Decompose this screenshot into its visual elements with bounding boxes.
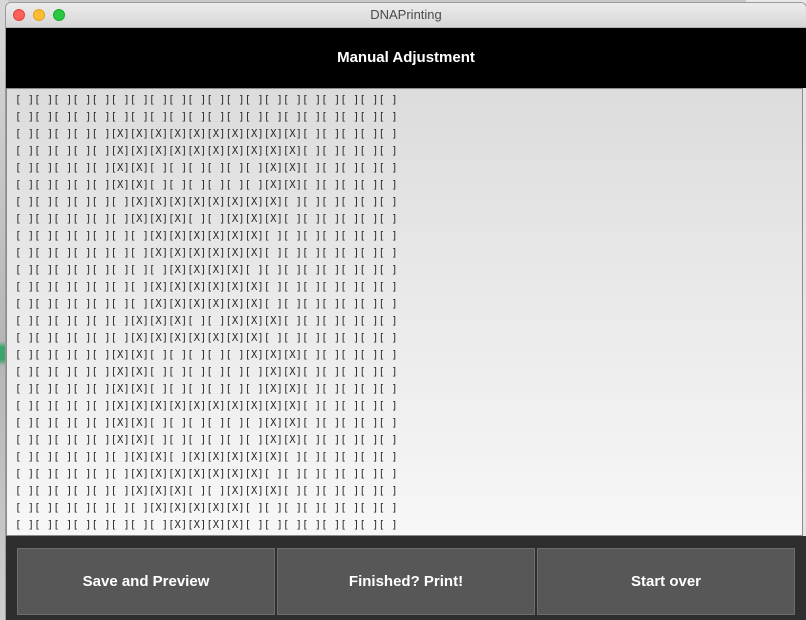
print-button[interactable]: Finished? Print! (277, 548, 535, 615)
grid-row[interactable]: [ ][ ][ ][ ][ ][X][X][ ][ ][ ][ ][ ][ ][… (15, 415, 398, 432)
grid-row[interactable]: [ ][ ][ ][ ][ ][ ][ ][ ][X][X][X][X][ ][… (15, 517, 398, 534)
grid-row[interactable]: [ ][ ][ ][ ][ ][ ][X][X][ ][X][X][X][X][… (15, 449, 398, 466)
page-title: Manual Adjustment (337, 49, 475, 66)
grid-row[interactable]: [ ][ ][ ][ ][ ][ ][X][X][X][ ][ ][X][X][… (15, 483, 398, 500)
grid-text[interactable]: [ ][ ][ ][ ][ ][ ][ ][ ][ ][ ][ ][ ][ ][… (15, 92, 398, 534)
grid-row[interactable]: [ ][ ][ ][ ][ ][ ][ ][ ][X][X][X][X][ ][… (15, 262, 398, 279)
adjustment-grid[interactable]: [ ][ ][ ][ ][ ][ ][ ][ ][ ][ ][ ][ ][ ][… (6, 88, 803, 536)
grid-row[interactable]: [ ][ ][ ][ ][ ][ ][ ][ ][ ][ ][ ][ ][ ][… (15, 109, 398, 126)
start-over-button[interactable]: Start over (537, 548, 795, 615)
grid-row[interactable]: [ ][ ][ ][ ][ ][ ][X][X][X][X][X][X][X][… (15, 330, 398, 347)
grid-row[interactable]: [ ][ ][ ][ ][ ][X][X][ ][ ][ ][ ][ ][ ][… (15, 364, 398, 381)
grid-row[interactable]: [ ][ ][ ][ ][ ][ ][ ][X][X][X][X][X][ ][… (15, 500, 398, 517)
grid-row[interactable]: [ ][ ][ ][ ][ ][X][X][X][X][X][X][X][X][… (15, 126, 398, 143)
grid-row[interactable]: [ ][ ][ ][ ][ ][ ][ ][ ][ ][ ][ ][ ][ ][… (15, 92, 398, 109)
window-title: DNAPrinting (370, 7, 442, 22)
grid-row[interactable]: [ ][ ][ ][ ][ ][ ][ ][X][X][X][X][X][X][… (15, 279, 398, 296)
grid-row[interactable]: [ ][ ][ ][ ][ ][ ][ ][X][X][X][X][X][X][… (15, 228, 398, 245)
grid-row[interactable]: [ ][ ][ ][ ][ ][ ][ ][X][X][X][X][X][X][… (15, 245, 398, 262)
grid-row[interactable]: [ ][ ][ ][ ][ ][X][X][ ][ ][ ][ ][ ][ ][… (15, 432, 398, 449)
grid-row[interactable]: [ ][ ][ ][ ][ ][ ][X][X][X][X][X][X][X][… (15, 466, 398, 483)
grid-row[interactable]: [ ][ ][ ][ ][ ][X][X][ ][ ][ ][ ][ ][X][… (15, 347, 398, 364)
action-bar: Save and Preview Finished? Print! Start … (6, 536, 806, 620)
save-and-preview-button[interactable]: Save and Preview (17, 548, 275, 615)
grid-row[interactable]: [ ][ ][ ][ ][ ][ ][X][X][X][ ][ ][X][X][… (15, 211, 398, 228)
app-window: DNAPrinting Manual Adjustment [ ][ ][ ][… (6, 3, 806, 620)
grid-row[interactable]: [ ][ ][ ][ ][ ][X][X][X][X][X][X][X][X][… (15, 143, 398, 160)
grid-row[interactable]: [ ][ ][ ][ ][ ][X][X][ ][ ][ ][ ][ ][ ][… (15, 160, 398, 177)
grid-row[interactable]: [ ][ ][ ][ ][ ][X][X][X][X][X][X][X][X][… (15, 398, 398, 415)
page-header: Manual Adjustment (6, 28, 806, 88)
grid-row[interactable]: [ ][ ][ ][ ][ ][ ][ ][X][X][X][X][X][X][… (15, 296, 398, 313)
title-bar[interactable]: DNAPrinting (6, 3, 806, 28)
grid-row[interactable]: [ ][ ][ ][ ][ ][ ][X][X][X][ ][ ][X][X][… (15, 313, 398, 330)
grid-row[interactable]: [ ][ ][ ][ ][ ][X][X][ ][ ][ ][ ][ ][ ][… (15, 381, 398, 398)
grid-row[interactable]: [ ][ ][ ][ ][ ][ ][X][X][X][X][X][X][X][… (15, 194, 398, 211)
grid-row[interactable]: [ ][ ][ ][ ][ ][X][X][ ][ ][ ][ ][ ][ ][… (15, 177, 398, 194)
